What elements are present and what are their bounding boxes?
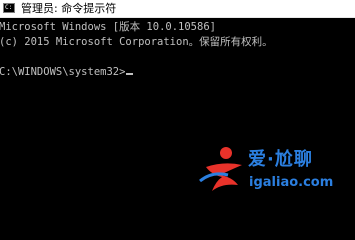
command-prompt-line[interactable]: C:\WINDOWS\system32>: [0, 65, 134, 80]
watermark: 爱·尬聊 igaliao.com: [198, 135, 355, 209]
watermark-title: 爱·尬聊: [248, 149, 313, 170]
console-line: Microsoft Windows [版本 10.0.10586]: [0, 21, 216, 33]
prompt-path: C:\WINDOWS\system32>: [0, 66, 126, 78]
watermark-logo-icon: [199, 147, 242, 191]
title-bar[interactable]: C: 管理员: 命令提示符: [0, 0, 355, 18]
console-line: (c) 2015 Microsoft Corporation。保留所有权利。: [0, 36, 273, 48]
watermark-url: igaliao.com: [249, 175, 334, 190]
text-cursor: [126, 73, 134, 75]
cmd-icon: C:: [3, 3, 15, 13]
window-title: 管理员: 命令提示符: [21, 2, 117, 15]
cmd-window: C: 管理员: 命令提示符 Microsoft Windows [版本 10.0…: [0, 0, 355, 211]
